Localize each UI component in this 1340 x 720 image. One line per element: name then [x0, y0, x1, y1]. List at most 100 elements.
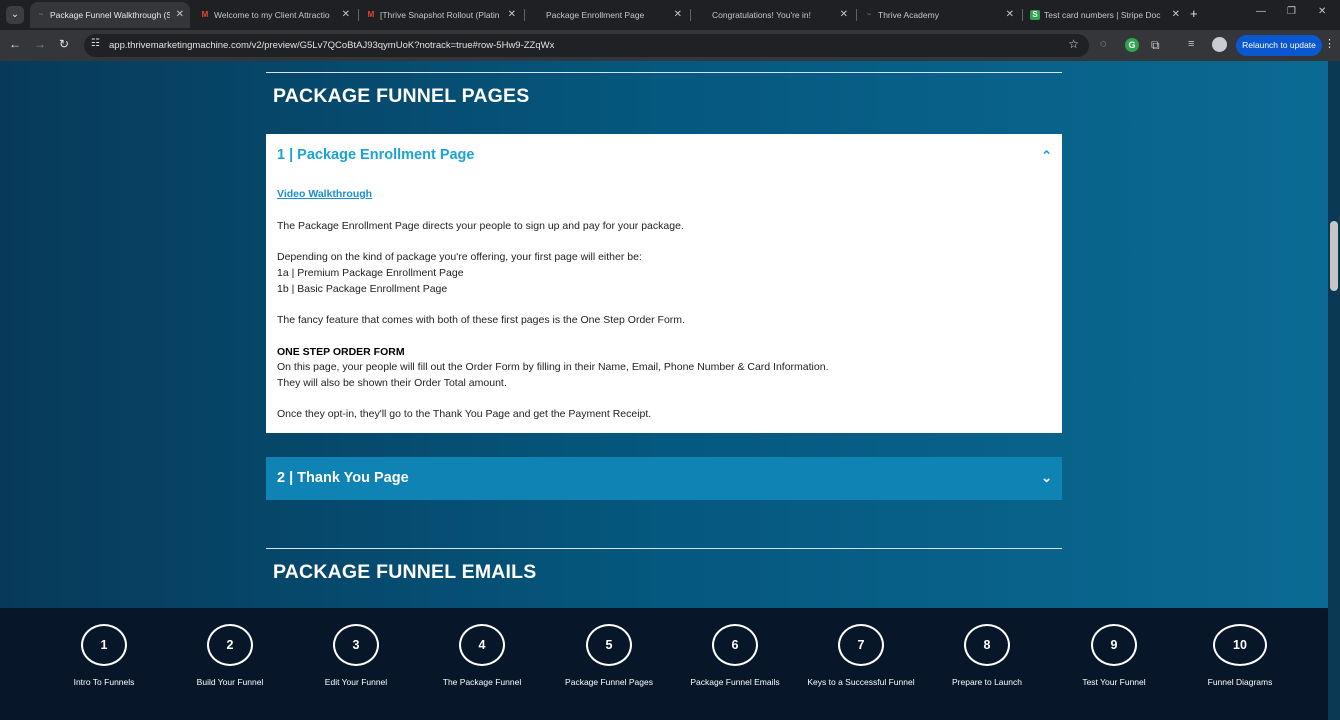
browser-chrome: ⌄ ~ Package Funnel Walkthrough (S ✕ M We…	[0, 0, 1340, 61]
browser-tab-5[interactable]: Congratulations! You're in! ✕	[692, 2, 854, 28]
url-text[interactable]: app.thrivemarketingmachine.com/v2/previe…	[109, 34, 554, 57]
step-nav-item[interactable]: 10 Funnel Diagrams	[1177, 624, 1303, 704]
reload-icon[interactable]: ↻	[59, 37, 69, 51]
step-label[interactable]: Package Funnel Pages	[546, 677, 672, 687]
browser-tab-3[interactable]: M [Thrive Snapshot Rollout (Platin ✕	[360, 2, 522, 28]
paragraph: On this page, your people will fill out …	[277, 361, 829, 373]
gmail-icon: M	[201, 10, 209, 19]
step-label[interactable]: Build Your Funnel	[167, 677, 293, 687]
step-label[interactable]: Edit Your Funnel	[293, 677, 419, 687]
bookmark-star-icon[interactable]: ☆	[1068, 37, 1079, 51]
accordion-thank-you-page[interactable]: 2 | Thank You Page ⌄	[266, 457, 1062, 500]
step-number-circle[interactable]: 8	[964, 624, 1010, 666]
browser-tab-7[interactable]: S Test card numbers | Stripe Doc ✕	[1024, 2, 1186, 28]
back-icon[interactable]: ←	[9, 37, 21, 51]
tab-title: Thrive Academy	[878, 10, 939, 20]
step-number-circle[interactable]: 6	[712, 624, 758, 666]
step-number-circle[interactable]: 9	[1091, 624, 1137, 666]
thrive-icon: ~	[38, 10, 44, 19]
tab-title: Test card numbers | Stripe Doc	[1044, 10, 1161, 20]
media-control-icon[interactable]: ≡	[1188, 38, 1194, 50]
scrollbar-thumb[interactable]	[1330, 221, 1338, 291]
page-content: PACKAGE FUNNEL PAGES 1 | Package Enrollm…	[0, 61, 1328, 720]
tab-divider	[524, 9, 525, 21]
pages-section-title: PACKAGE FUNNEL PAGES	[273, 85, 530, 107]
menu-kebab-icon[interactable]: ⋮	[1324, 37, 1335, 50]
list-item: 1b | Basic Package Enrollment Page	[277, 283, 448, 295]
close-tab-icon[interactable]: ✕	[508, 2, 516, 28]
accordion-header[interactable]: 2 | Thank You Page	[277, 470, 409, 486]
tab-divider	[690, 9, 691, 21]
window-close-icon[interactable]: ✕	[1318, 6, 1326, 17]
close-tab-icon[interactable]: ✕	[840, 2, 848, 28]
profile-avatar[interactable]	[1212, 37, 1227, 52]
step-nav-item[interactable]: 8 Prepare to Launch	[924, 624, 1050, 704]
video-walkthrough-link[interactable]: Video Walkthrough	[277, 188, 372, 200]
stripe-icon: S	[1030, 10, 1040, 20]
minimize-icon[interactable]: —	[1256, 6, 1266, 17]
step-nav-item[interactable]: 9 Test Your Funnel	[1051, 624, 1177, 704]
step-nav-item[interactable]: 6 Package Funnel Emails	[672, 624, 798, 704]
paragraph: Depending on the kind of package you're …	[277, 251, 642, 263]
step-number-circle[interactable]: 4	[459, 624, 505, 666]
new-tab-button[interactable]: +	[1190, 6, 1198, 21]
step-label[interactable]: The Package Funnel	[419, 677, 545, 687]
step-nav-item[interactable]: 3 Edit Your Funnel	[293, 624, 419, 704]
step-nav-item[interactable]: 5 Package Funnel Pages	[546, 624, 672, 704]
browser-tab-4[interactable]: Package Enrollment Page ✕	[526, 2, 688, 28]
step-number-circle[interactable]: 3	[333, 624, 379, 666]
close-tab-icon[interactable]: ✕	[342, 2, 350, 28]
step-label[interactable]: Package Funnel Emails	[672, 677, 798, 687]
close-tab-icon[interactable]: ✕	[176, 2, 184, 28]
relaunch-button[interactable]: Relaunch to update	[1236, 35, 1322, 56]
step-number-circle[interactable]: 10	[1213, 624, 1267, 666]
close-tab-icon[interactable]: ✕	[1006, 2, 1014, 28]
address-bar[interactable]: ☷ app.thrivemarketingmachine.com/v2/prev…	[84, 34, 1089, 57]
gmail-icon: M	[367, 10, 375, 19]
step-navigation: 1 Intro To Funnels 2 Build Your Funnel 3…	[0, 608, 1328, 720]
step-nav-item[interactable]: 2 Build Your Funnel	[167, 624, 293, 704]
paragraph: The Package Enrollment Page directs your…	[277, 220, 684, 232]
extensions-puzzle-icon[interactable]: ⧉	[1151, 38, 1160, 53]
step-number-circle[interactable]: 7	[838, 624, 884, 666]
step-nav-item[interactable]: 4 The Package Funnel	[419, 624, 545, 704]
chevron-down-icon[interactable]: ⌄	[1041, 470, 1052, 486]
step-label[interactable]: Funnel Diagrams	[1177, 677, 1303, 687]
step-number-circle[interactable]: 1	[81, 624, 127, 666]
grammarly-icon[interactable]: G	[1125, 38, 1139, 52]
close-tab-icon[interactable]: ✕	[1172, 2, 1180, 28]
browser-tab-2[interactable]: M Welcome to my Client Attractio ✕	[194, 2, 356, 28]
step-nav-item[interactable]: 7 Keys to a Successful Funnel	[798, 624, 924, 704]
page-icon	[698, 10, 708, 20]
tab-search-button[interactable]: ⌄	[6, 6, 24, 24]
tab-title: Congratulations! You're in!	[712, 10, 811, 20]
tab-title: [Thrive Snapshot Rollout (Platin	[380, 10, 500, 20]
step-number-circle[interactable]: 5	[586, 624, 632, 666]
step-label[interactable]: Keys to a Successful Funnel	[798, 677, 924, 687]
step-label[interactable]: Test Your Funnel	[1051, 677, 1177, 687]
browser-tab-6[interactable]: ~ Thrive Academy ✕	[858, 2, 1020, 28]
chevron-up-icon[interactable]: ⌃	[1041, 148, 1052, 164]
paragraph: The fancy feature that comes with both o…	[277, 314, 685, 326]
step-number-circle[interactable]: 2	[207, 624, 253, 666]
subheading: ONE STEP ORDER FORM	[277, 346, 405, 358]
step-label[interactable]: Prepare to Launch	[924, 677, 1050, 687]
tab-divider	[1022, 9, 1023, 21]
paragraph: Once they opt-in, they'll go to the Than…	[277, 408, 652, 420]
restore-icon[interactable]: ❐	[1287, 6, 1296, 17]
site-info-icon[interactable]: ☷	[91, 38, 100, 49]
step-label[interactable]: Intro To Funnels	[41, 677, 167, 687]
close-tab-icon[interactable]: ✕	[674, 2, 682, 28]
page-icon	[532, 10, 542, 20]
forward-icon[interactable]: →	[34, 37, 46, 51]
list-item: 1a | Premium Package Enrollment Page	[277, 267, 464, 279]
accordion-package-enrollment: 1 | Package Enrollment Page ⌃ Video Walk…	[266, 134, 1062, 433]
browser-tab-1[interactable]: ~ Package Funnel Walkthrough (S ✕	[30, 2, 190, 28]
extension-loading-icon[interactable]: ◌	[1100, 38, 1107, 50]
section-divider	[266, 548, 1062, 549]
accordion-header[interactable]: 1 | Package Enrollment Page	[277, 147, 474, 163]
step-nav-item[interactable]: 1 Intro To Funnels	[41, 624, 167, 704]
tab-title: Welcome to my Client Attractio	[214, 10, 330, 20]
page-scrollbar[interactable]	[1328, 61, 1340, 720]
emails-section-title: PACKAGE FUNNEL EMAILS	[273, 561, 537, 583]
